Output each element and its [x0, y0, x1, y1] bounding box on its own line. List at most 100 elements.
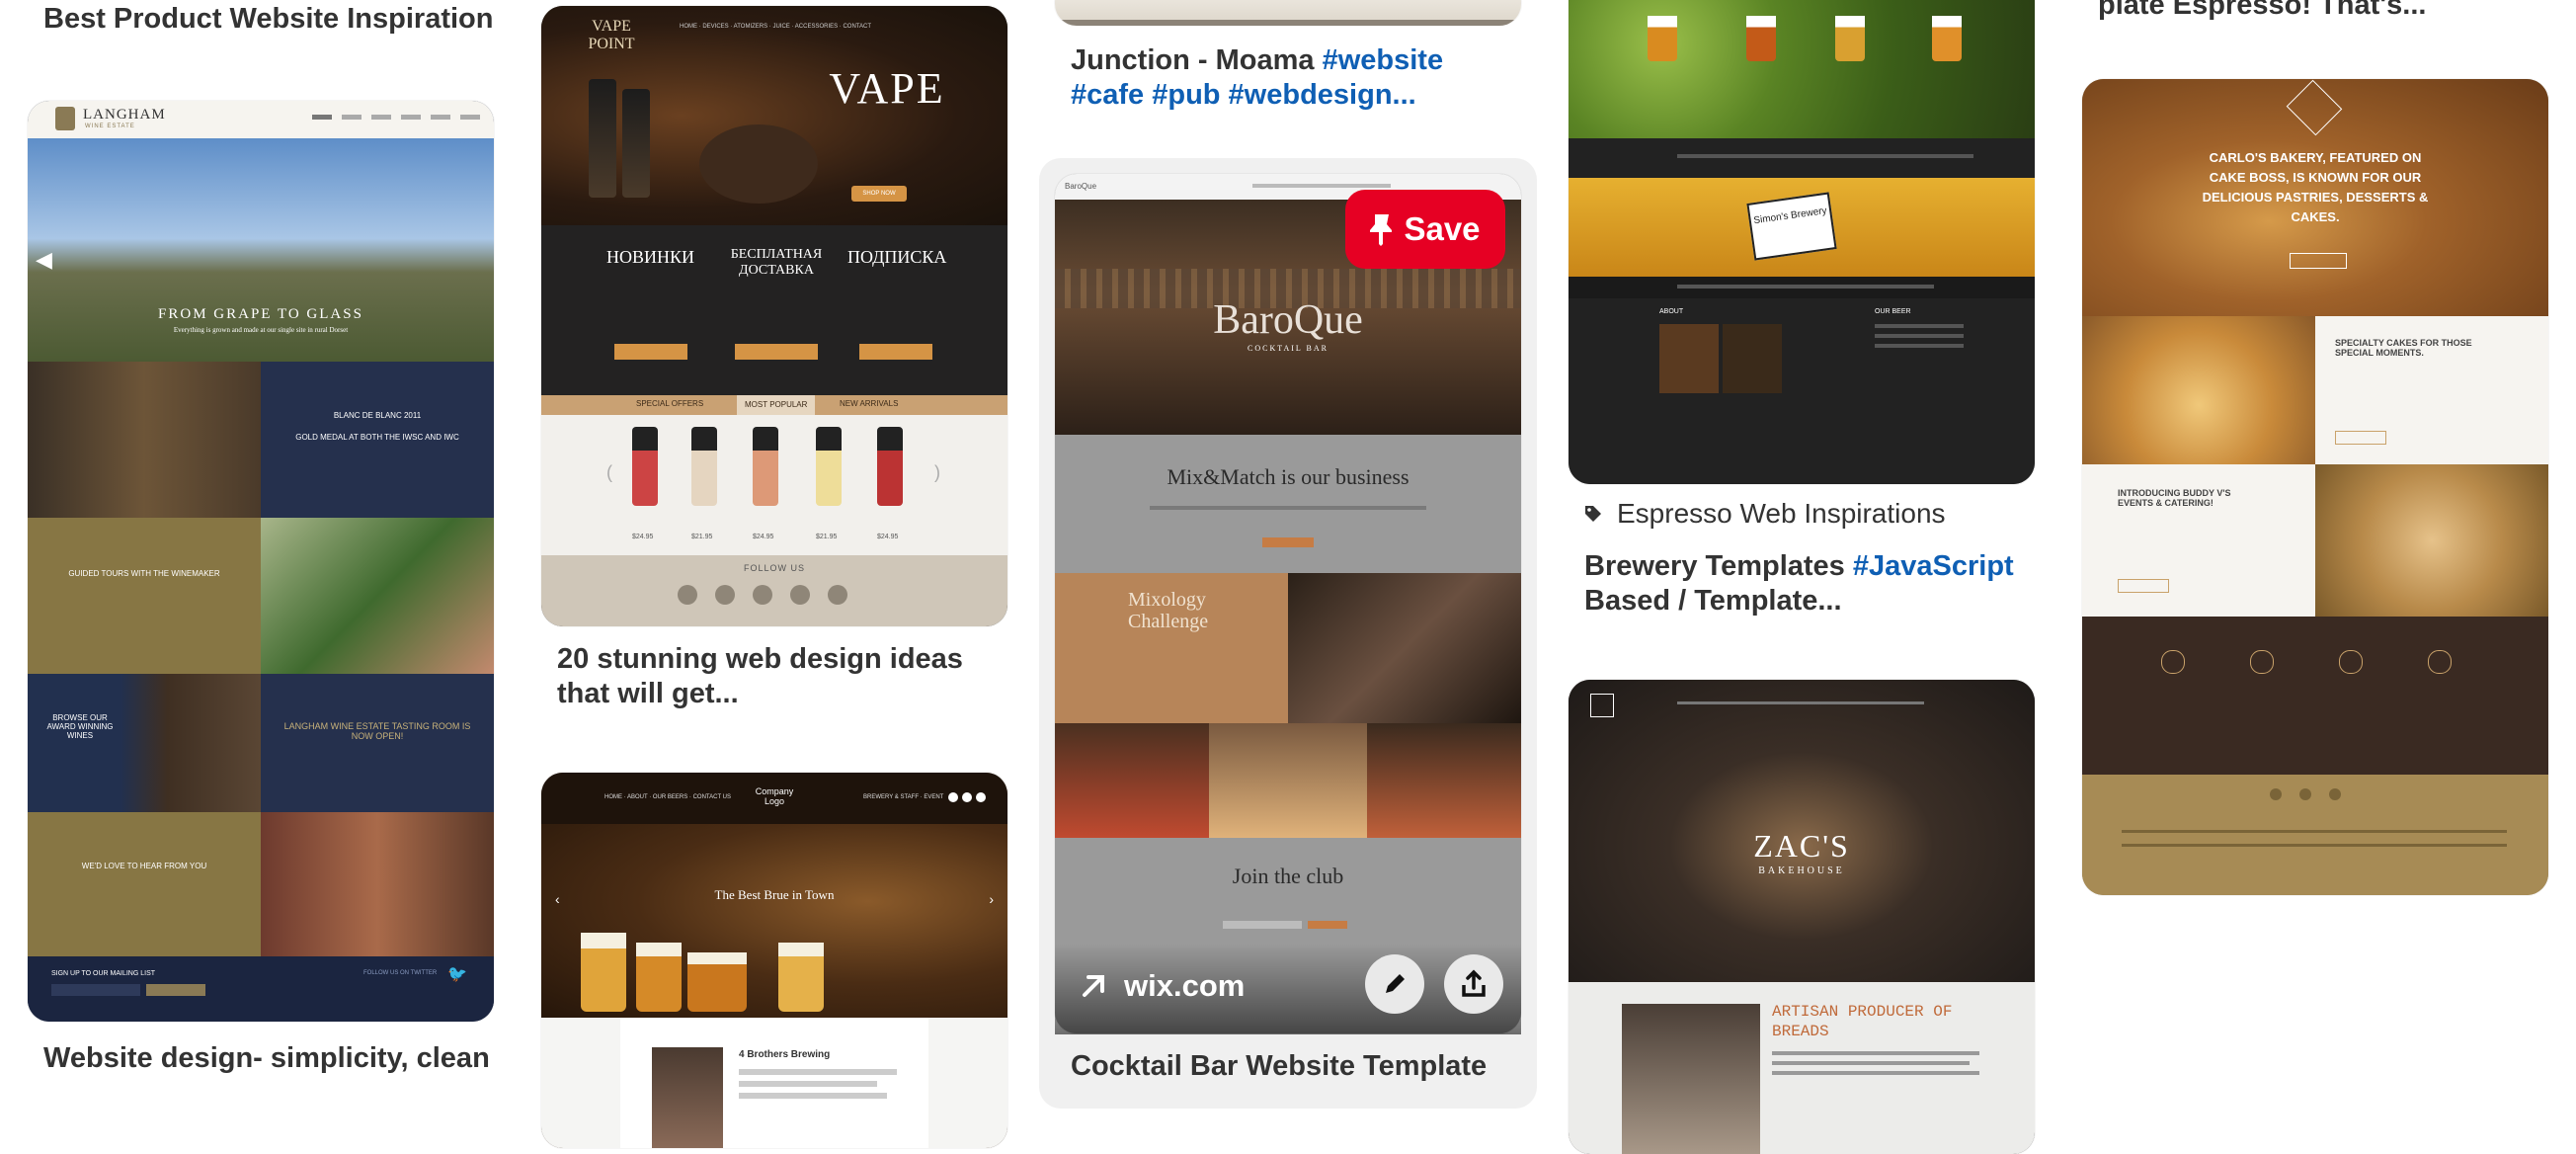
pin-image-vape[interactable]: VAPE POINT HOME · DEVICES · ATOMIZERS · … — [541, 6, 1007, 626]
row-tours: GUIDED TOURS WITH THE WINEMAKER — [28, 518, 494, 674]
tab-special-offers[interactable]: SPECIAL OFFERS — [636, 399, 703, 408]
product-price: $24.95 — [632, 534, 654, 540]
bottle — [589, 79, 616, 198]
beer-banner: Simon's Brewery — [1569, 178, 2035, 277]
pin-image-beer[interactable]: HOME · ABOUT · OUR BEERS · CONTACT US Co… — [541, 773, 1007, 1148]
feature-cta[interactable] — [614, 344, 687, 360]
board-attribution[interactable]: Espresso Web Inspirations — [1583, 498, 1946, 530]
pin-icon — [1370, 214, 1393, 246]
beer-nav-right: BREWERY & STAFF · EVENT — [863, 794, 944, 800]
brewery-content: ABOUT OUR BEER — [1569, 298, 2035, 484]
pin-title[interactable]: Website design- simplicity, clean — [43, 1041, 490, 1076]
mix-heading: Mix&Match is our business — [1167, 464, 1409, 489]
carousel-next-icon[interactable]: › — [989, 891, 994, 907]
twitter-label: FOLLOW US ON TWITTER — [363, 970, 438, 976]
product-bottle[interactable] — [816, 427, 842, 506]
social-icon[interactable] — [962, 792, 972, 802]
source-link[interactable]: wix.com — [1077, 958, 1245, 1014]
pin-image-bakery[interactable]: CARLO'S BAKERY, FEATURED ON CAKE BOSS, I… — [2082, 79, 2548, 895]
twitter-icon[interactable] — [715, 585, 735, 605]
pin-title[interactable]: Cocktail Bar Website Template — [1071, 1049, 1487, 1084]
hero-heading: FROM GRAPE TO GLASS — [158, 306, 363, 322]
mix-button[interactable] — [1262, 537, 1314, 547]
our-beer-heading: OUR BEER — [1875, 308, 1911, 315]
share-button[interactable] — [1444, 954, 1503, 1014]
pin-title[interactable]: 20 stunning web design ideas that will g… — [557, 642, 972, 711]
product-price: $21.95 — [691, 534, 713, 540]
bakery-logo — [2286, 79, 2343, 136]
newsletter-footer: SIGN UP TO OUR MAILING LIST FOLLOW US ON… — [28, 956, 494, 1022]
nav-links — [1677, 154, 1973, 158]
social-icon[interactable] — [976, 792, 986, 802]
mixology-section: Mixology Challenge — [1055, 573, 1521, 723]
buddy-button[interactable] — [2118, 579, 2169, 593]
facebook-icon[interactable] — [2270, 788, 2282, 800]
contact-title: WE'D LOVE TO HEAR FROM YOU — [81, 862, 207, 870]
product-bottle[interactable] — [877, 427, 903, 506]
pinterest-icon[interactable] — [828, 585, 847, 605]
pin-title[interactable]: Junction - Moama #website #cafe #pub #we… — [1071, 43, 1505, 113]
pin-image-brewery[interactable]: Simon's Brewery ABOUT OUR BEER — [1569, 0, 2035, 484]
brand-name: LANGHAM — [83, 107, 166, 123]
pin-title[interactable]: Best Product Website Inspiration — [43, 2, 493, 37]
social-icon[interactable] — [948, 792, 958, 802]
bakery-hero: CARLO'S BAKERY, FEATURED ON CAKE BOSS, I… — [2082, 79, 2548, 316]
twitter-icon[interactable]: 🐦 — [447, 964, 467, 984]
pin-title[interactable]: plate Espresso! That's... — [2098, 0, 2426, 23]
product-bottle[interactable] — [632, 427, 658, 506]
feature-text: GOLD MEDAL AT BOTH THE IWSC AND IWC — [295, 433, 459, 442]
beer-glass — [1746, 16, 1776, 61]
newsletter-label: SIGN UP TO OUR MAILING LIST — [51, 970, 156, 977]
about-heading: ABOUT — [1659, 308, 1684, 315]
special-button[interactable] — [2335, 431, 2386, 445]
beer-glass — [687, 952, 747, 1012]
subscribe-button[interactable] — [146, 984, 205, 996]
row-wines: BROWSE OUR AWARD WINNING WINES LANGHAM W… — [28, 674, 494, 812]
feature-3: ПОДПИСКА — [847, 247, 947, 267]
mixology-heading: Mixology Challenge — [1128, 589, 1209, 632]
carousel-next-icon[interactable]: ) — [934, 462, 940, 483]
tag-icon — [1585, 506, 1601, 522]
pin-hashtags[interactable]: #JavaScript — [1853, 550, 2014, 582]
product-bottle[interactable] — [691, 427, 717, 506]
carousel-prev-icon[interactable]: ◀ — [36, 247, 52, 273]
instagram-icon[interactable] — [2329, 788, 2341, 800]
beer-content: 4 Brothers Brewing — [541, 1018, 1007, 1148]
product-bottle[interactable] — [753, 427, 778, 506]
club-input[interactable] — [1223, 921, 1302, 929]
club-button[interactable] — [1308, 921, 1347, 929]
zacs-artisan: ARTISAN PRODUCER OF BREADS — [1772, 1003, 1953, 1040]
zacs-content: ARTISAN PRODUCER OF BREADS — [1569, 982, 2035, 1154]
pin-image-baroque[interactable]: BaroQue BaroQue COCKTAIL BAR Mix&Match i… — [1055, 174, 1521, 1033]
mix-section: Mix&Match is our business — [1055, 435, 1521, 573]
carousel-prev-icon[interactable]: ( — [606, 462, 612, 483]
hero-button[interactable] — [2290, 253, 2347, 269]
brand-sub: WINE ESTATE — [85, 124, 135, 129]
edit-button[interactable] — [1365, 954, 1424, 1014]
shop-now-button[interactable]: SHOP NOW — [851, 186, 907, 202]
pin-image-zacs[interactable]: ZAC'S BAKEHOUSE ARTISAN PRODUCER OF BREA… — [1569, 680, 2035, 1154]
vk-icon[interactable] — [753, 585, 772, 605]
instagram-icon[interactable] — [790, 585, 810, 605]
text-line — [739, 1081, 877, 1087]
hero-sub: Everything is grown and made at our sing… — [173, 326, 349, 334]
feature-cta[interactable] — [859, 344, 932, 360]
save-button[interactable]: Save — [1345, 190, 1505, 269]
pin-title[interactable]: Brewery Templates #JavaScript Based / Te… — [1584, 549, 2019, 618]
newsletter-input[interactable] — [51, 984, 140, 996]
feature-1: НОВИНКИ — [606, 247, 695, 267]
vape-products: ( ) $24.95 $21.95 $24.95 $21.95 $24.95 — [541, 415, 1007, 555]
tab-new-arrivals[interactable]: NEW ARRIVALS — [840, 399, 898, 408]
pin-image-junction[interactable] — [1055, 0, 1521, 26]
tab-most-popular[interactable]: MOST POPULAR — [737, 395, 816, 415]
text-line — [739, 1093, 887, 1099]
zacs-sub: BAKEHOUSE — [1758, 866, 1845, 876]
special-cakes: SPECIALTY CAKES FOR THOSE SPECIAL MOMENT… — [2082, 316, 2548, 464]
facebook-icon[interactable] — [678, 585, 697, 605]
twitter-icon[interactable] — [2299, 788, 2311, 800]
nav-links — [1677, 285, 1934, 288]
feature-cta[interactable] — [735, 344, 818, 360]
product-price: $24.95 — [877, 534, 899, 540]
pin-image-langham[interactable]: LANGHAM WINE ESTATE ◀ FROM GRAPE TO GLAS… — [28, 101, 494, 1022]
nav-links — [1252, 184, 1391, 188]
